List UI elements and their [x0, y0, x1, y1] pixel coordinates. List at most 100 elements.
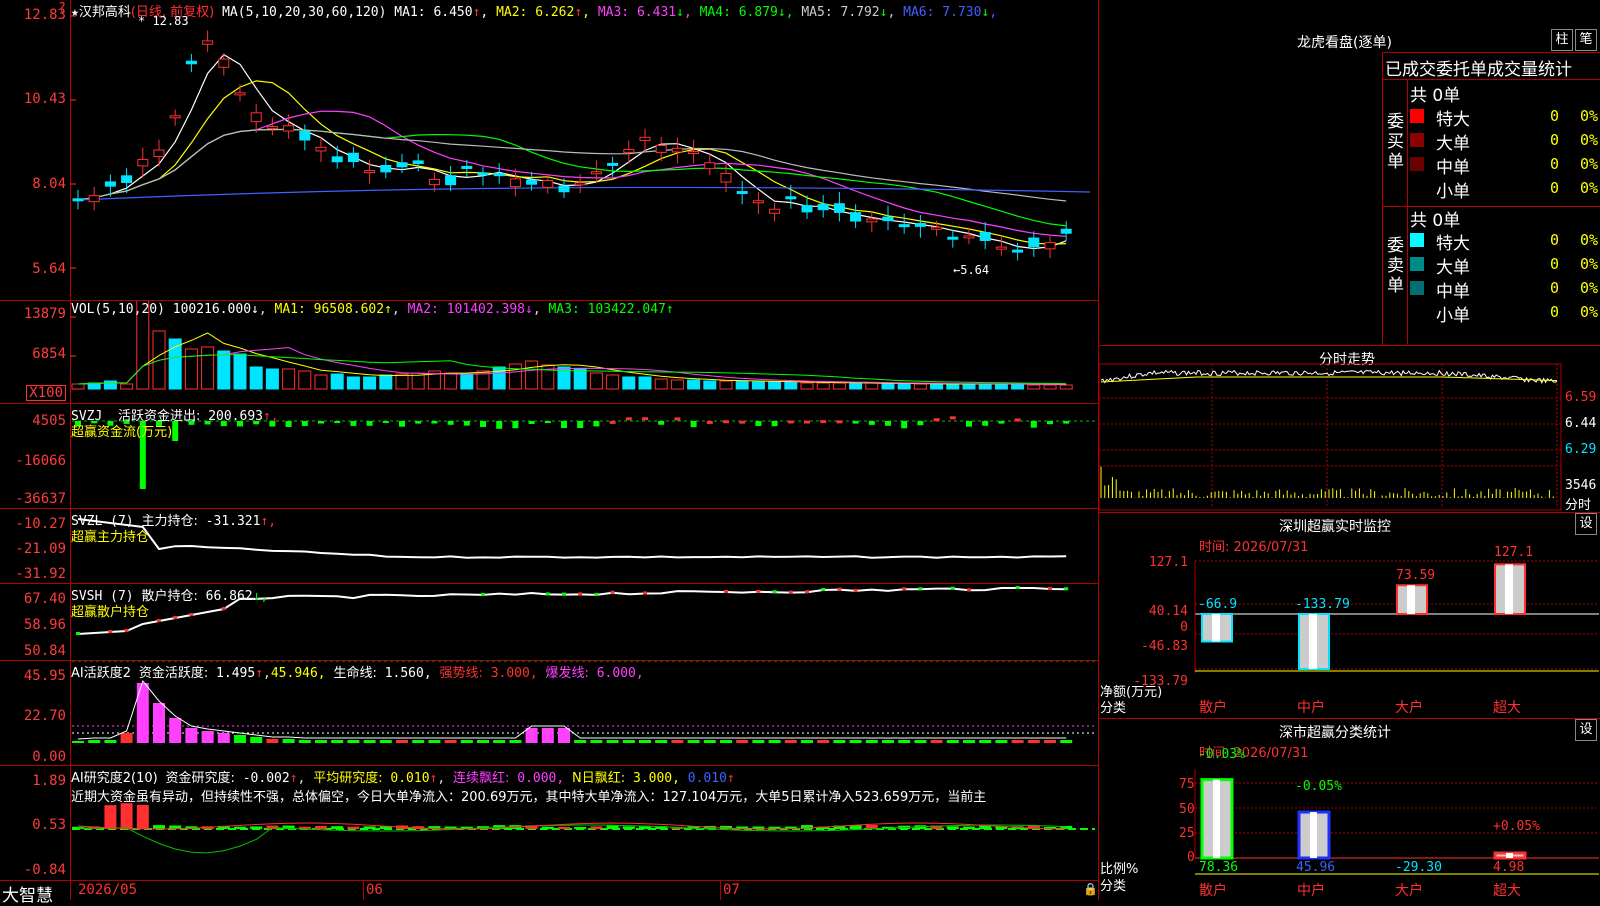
sz-monitor-panel[interactable]: 深圳超赢实时监控 设 时间: 2026/07/31 127.1 40.14 0 … — [1099, 513, 1600, 719]
lhb-row-count: 0 — [1550, 155, 1560, 173]
ma-label: MA(5,10,20,30,60,120) — [222, 5, 387, 20]
sz-class-value: 4.98 — [1493, 860, 1525, 875]
lock-icon[interactable]: 🔒 — [1083, 882, 1098, 896]
lhb-row-pct: 0% — [1580, 303, 1599, 321]
intraday-panel[interactable]: 分时走势 6.59 6.44 6.29 3546 分时 — [1099, 346, 1600, 513]
class-category-label: 分类 — [1100, 879, 1127, 894]
star-icon: ★ — [71, 5, 79, 20]
lhb-swatch — [1410, 257, 1424, 271]
ma5-value: 7.792 — [840, 5, 880, 20]
lhb-row-count: 0 — [1550, 279, 1560, 297]
sz-class-pct: -0.03% — [1198, 747, 1245, 762]
category-label: 分类 — [1100, 701, 1127, 716]
sz-class-panel[interactable]: 深市超赢分类统计 设 时间: 2026/07/31 75 50 25 0 比例%… — [1099, 719, 1600, 900]
x-label: 2026/05 — [78, 882, 138, 898]
svzl-subtitle: 超赢主力持仓 — [71, 530, 150, 545]
lhb-row-count: 0 — [1550, 107, 1560, 125]
lhb-row: 特大 0 0% — [1410, 229, 1600, 254]
lhb-row-name: 大单 — [1436, 134, 1470, 154]
sz-monitor-category[interactable]: 大户 — [1395, 697, 1423, 717]
sz-class-chart — [1194, 769, 1599, 875]
ma2-value: 6.262 — [535, 5, 575, 20]
lhb-row: 特大 0 0% — [1410, 105, 1600, 130]
lhb-row-name: 中单 — [1436, 158, 1470, 178]
lhb-row-count: 0 — [1550, 231, 1560, 249]
lhb-swatch — [1410, 157, 1424, 171]
intraday-unit: 分时 — [1565, 498, 1592, 513]
lhb-row: 大单 0 0% — [1410, 129, 1600, 154]
lhb-swatch — [1410, 233, 1424, 247]
svzl-panel[interactable]: -10.27 -21.09 -31.92 SVZL (7) 主力持仓: -31.… — [0, 509, 1098, 584]
sz-class-pct: -0.05% — [1295, 779, 1342, 794]
ai-research-header: AI研究度2(10) 资金研究度: -0.002↑, 平均研究度: 0.010↑… — [71, 771, 735, 786]
x-axis: 大智慧 2026/05 06 07 🔒 — [0, 881, 1098, 906]
lhb-subtitle: 已成交委托单成交量统计 — [1385, 60, 1572, 80]
lhb-row-name: 特大 — [1436, 234, 1470, 254]
sz-class-category[interactable]: 散户 — [1199, 880, 1227, 900]
lhb-row: 中单 0 0% — [1410, 153, 1600, 178]
lhb-row-pct: 0% — [1580, 107, 1599, 125]
ai-activity-header: AI活跃度2 资金活跃度: 1.495↑,45.946, 生命线: 1.560,… — [71, 666, 644, 681]
sz-monitor-bar-value: 127.1 — [1494, 545, 1534, 560]
lhb-row-name: 特大 — [1436, 110, 1470, 130]
sz-monitor-category[interactable]: 散户 — [1199, 697, 1227, 717]
lhb-swatch — [1410, 281, 1424, 295]
stock-name[interactable]: 汉邦高科 — [79, 5, 131, 20]
lhb-row-pct: 0% — [1580, 231, 1599, 249]
ma4-value: 6.879 — [738, 5, 778, 20]
sz-monitor-bar-value: 73.59 — [1396, 568, 1436, 583]
sz-monitor-bar-value: -66.9 — [1198, 597, 1238, 612]
x-label: 06 — [366, 882, 383, 898]
svsh-panel[interactable]: 67.40 58.96 50.84 SVSH (7) 散户持仓: 66.862↓… — [0, 584, 1098, 661]
svzj-subtitle: 超赢资金流(万元) — [71, 425, 173, 440]
svsh-subtitle: 超赢散户持仓 — [71, 605, 150, 620]
sz-class-category[interactable]: 中户 — [1297, 880, 1325, 900]
price-chart — [70, 15, 1091, 269]
sz-class-value: -29.30 — [1395, 860, 1442, 875]
volume-header: VOL(5,10,20) 100216.000↓, MA1: 96508.602… — [71, 302, 674, 317]
buy-side-label: 委买单 — [1387, 112, 1404, 172]
lhb-row-count: 0 — [1550, 255, 1560, 273]
intraday-vol-label: 3546 — [1565, 478, 1597, 493]
lhb-title: 龙虎看盘(逐单) — [1297, 35, 1392, 51]
sz-monitor-category[interactable]: 中户 — [1297, 697, 1325, 717]
sz-monitor-category[interactable]: 超大 — [1493, 697, 1521, 717]
intraday-y-label: 6.59 — [1565, 390, 1597, 405]
x-label: 07 — [723, 882, 740, 898]
volume-panel[interactable]: 13879 6854 X100 VOL(5,10,20) 100216.000↓… — [0, 301, 1098, 404]
lhb-row: 大单 0 0% — [1410, 253, 1600, 278]
intraday-y-label: 6.29 — [1565, 442, 1597, 457]
sz-class-category[interactable]: 超大 — [1493, 880, 1521, 900]
low-marker: ←5.64 — [953, 263, 990, 277]
lhb-row-count: 0 — [1550, 179, 1560, 197]
svzj-panel[interactable]: 4505 -16066 -36637 SVZJ 活跃资金进出: 200.693↑… — [0, 404, 1098, 509]
lhb-row-pct: 0% — [1580, 279, 1599, 297]
lhb-row-pct: 0% — [1580, 131, 1599, 149]
lhb-row-pct: 0% — [1580, 155, 1599, 173]
lhb-row-pct: 0% — [1580, 255, 1599, 273]
bar-mode-button[interactable]: 柱 — [1551, 29, 1573, 51]
lhb-row-name: 大单 — [1436, 258, 1470, 278]
high-marker: * 12.83 — [138, 14, 189, 28]
sz-class-category[interactable]: 大户 — [1395, 880, 1423, 900]
ma1-value: 6.450 — [433, 5, 473, 20]
lhb-row: 中单 0 0% — [1410, 277, 1600, 302]
lhb-row: 小单 0 0% — [1410, 301, 1600, 326]
lhb-row-count: 0 — [1550, 131, 1560, 149]
ai-research-panel[interactable]: 1.89 0.53 -0.84 AI研究度2(10) 资金研究度: -0.002… — [0, 766, 1098, 881]
lhb-row: 小单 0 0% — [1410, 177, 1600, 202]
lhb-panel[interactable]: 龙虎看盘(逐单) 柱 笔 已成交委托单成交量统计 委买单 委卖单 共 0单 共 … — [1099, 0, 1600, 346]
tick-mode-button[interactable]: 笔 — [1575, 29, 1597, 51]
lhb-row-count: 0 — [1550, 303, 1560, 321]
price-header: ★汉邦高科(日线, 前复权) MA(5,10,20,30,60,120) MA1… — [71, 5, 998, 20]
sell-side-label: 委卖单 — [1387, 236, 1404, 296]
sz-class-pct: +0.05% — [1493, 819, 1540, 834]
price-panel[interactable]: 12.83 10.43 8.04 5.64 ? ★汉邦高科(日线, 前复权) M… — [0, 0, 1098, 301]
sz-class-value: 45.96 — [1296, 860, 1336, 875]
ma3-value: 6.431 — [636, 5, 677, 20]
lhb-row-name: 中单 — [1436, 282, 1470, 302]
sell-total: 共 0单 — [1410, 211, 1461, 231]
lhb-row-pct: 0% — [1580, 179, 1599, 197]
intraday-y-label: 6.44 — [1565, 416, 1597, 431]
ai-activity-panel[interactable]: 45.95 22.70 0.00 AI活跃度2 资金活跃度: 1.495↑,45… — [0, 661, 1098, 766]
